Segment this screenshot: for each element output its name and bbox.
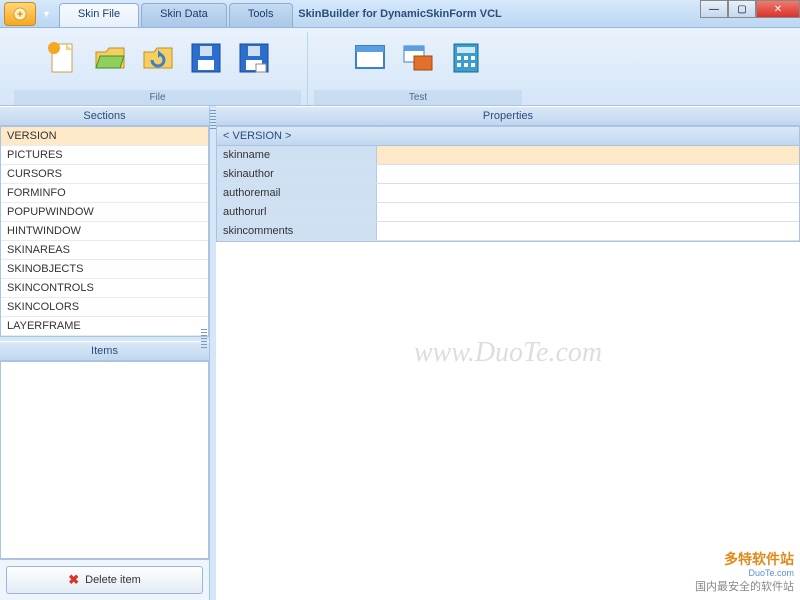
new-file-button[interactable] xyxy=(41,34,83,82)
section-item[interactable]: SKINCONTROLS xyxy=(1,279,208,298)
delete-item-button[interactable]: ✖ Delete item xyxy=(6,566,203,594)
save-button[interactable] xyxy=(185,34,227,82)
app-menu-dropdown-icon[interactable]: ▼ xyxy=(42,9,51,19)
save-icon xyxy=(188,40,224,76)
property-name: authorurl xyxy=(217,203,377,221)
property-name: skinauthor xyxy=(217,165,377,183)
section-item[interactable]: SKINOBJECTS xyxy=(1,260,208,279)
app-icon xyxy=(12,6,28,22)
property-value[interactable] xyxy=(377,222,799,240)
property-row[interactable]: skincomments xyxy=(217,222,799,241)
property-name: authoremail xyxy=(217,184,377,202)
right-pane: Properties < VERSION > skinname skinauth… xyxy=(216,106,800,600)
ribbon-group-file: File xyxy=(8,32,308,105)
watermark-text: www.DuoTe.com xyxy=(414,337,602,369)
minimize-button[interactable]: — xyxy=(700,0,728,18)
property-row[interactable]: authorurl xyxy=(217,203,799,222)
property-value[interactable] xyxy=(377,184,799,202)
window-icon xyxy=(352,40,388,76)
calculator-icon xyxy=(448,40,484,76)
section-item[interactable]: PICTURES xyxy=(1,146,208,165)
test-window-button[interactable] xyxy=(349,34,391,82)
folder-refresh-icon xyxy=(140,40,176,76)
new-file-icon xyxy=(44,40,80,76)
tab-skin-file[interactable]: Skin File xyxy=(59,3,139,27)
property-value[interactable] xyxy=(377,146,799,164)
property-name: skincomments xyxy=(217,222,377,240)
items-list[interactable] xyxy=(0,361,209,559)
property-value[interactable] xyxy=(377,165,799,183)
property-row[interactable]: skinname xyxy=(217,146,799,165)
test-windows-button[interactable] xyxy=(397,34,439,82)
property-row[interactable]: skinauthor xyxy=(217,165,799,184)
open-folder-button[interactable] xyxy=(89,34,131,82)
ribbon-group-test-label: Test xyxy=(314,90,522,105)
section-item[interactable]: FORMINFO xyxy=(1,184,208,203)
corner-logo: 多特软件站 DuoTe.com 国内最安全的软件站 xyxy=(695,550,794,594)
property-name: skinname xyxy=(217,146,377,164)
tab-tools[interactable]: Tools xyxy=(229,3,293,27)
property-value[interactable] xyxy=(377,203,799,221)
section-item[interactable]: SKINCOLORS xyxy=(1,298,208,317)
properties-header: Properties xyxy=(216,106,800,126)
ribbon: File Test xyxy=(0,28,800,106)
ribbon-group-test: Test xyxy=(308,32,528,105)
save-as-button[interactable] xyxy=(233,34,275,82)
corner-brand: 多特软件站 xyxy=(695,550,794,568)
section-item[interactable]: POPUPWINDOW xyxy=(1,203,208,222)
ribbon-group-file-label: File xyxy=(14,90,301,105)
window-controls: — ▢ ✕ xyxy=(700,0,800,18)
maximize-button[interactable]: ▢ xyxy=(728,0,756,18)
window-title: SkinBuilder for DynamicSkinForm VCL xyxy=(298,8,502,20)
left-pane: Sections VERSION PICTURES CURSORS FORMIN… xyxy=(0,106,210,600)
delete-x-icon: ✖ xyxy=(68,572,79,588)
save-as-icon xyxy=(236,40,272,76)
section-item[interactable]: CURSORS xyxy=(1,165,208,184)
tab-skin-data[interactable]: Skin Data xyxy=(141,3,227,27)
corner-sub: DuoTe.com xyxy=(695,568,794,580)
delete-bar: ✖ Delete item xyxy=(0,559,209,600)
horizontal-splitter[interactable] xyxy=(0,337,209,341)
test-calculator-button[interactable] xyxy=(445,34,487,82)
folder-open-icon xyxy=(92,40,128,76)
close-button[interactable]: ✕ xyxy=(756,0,800,18)
refresh-folder-button[interactable] xyxy=(137,34,179,82)
sections-header: Sections xyxy=(0,106,209,126)
ribbon-tabs: Skin File Skin Data Tools xyxy=(59,3,295,27)
workspace: Sections VERSION PICTURES CURSORS FORMIN… xyxy=(0,106,800,600)
corner-tagline: 国内最安全的软件站 xyxy=(695,580,794,594)
section-item[interactable]: LAYERFRAME xyxy=(1,317,208,336)
section-item[interactable]: HINTWINDOW xyxy=(1,222,208,241)
delete-item-label: Delete item xyxy=(85,574,141,586)
section-item[interactable]: SKINAREAS xyxy=(1,241,208,260)
windows-cascade-icon xyxy=(400,40,436,76)
titlebar: ▼ Skin File Skin Data Tools SkinBuilder … xyxy=(0,0,800,28)
property-row[interactable]: authoremail xyxy=(217,184,799,203)
items-header: Items xyxy=(0,341,209,361)
section-item[interactable]: VERSION xyxy=(1,127,208,146)
app-menu-button[interactable] xyxy=(4,2,36,26)
property-grid[interactable]: < VERSION > skinname skinauthor authorem… xyxy=(216,126,800,242)
sections-list[interactable]: VERSION PICTURES CURSORS FORMINFO POPUPW… xyxy=(0,126,209,337)
property-group-header: < VERSION > xyxy=(217,127,799,146)
